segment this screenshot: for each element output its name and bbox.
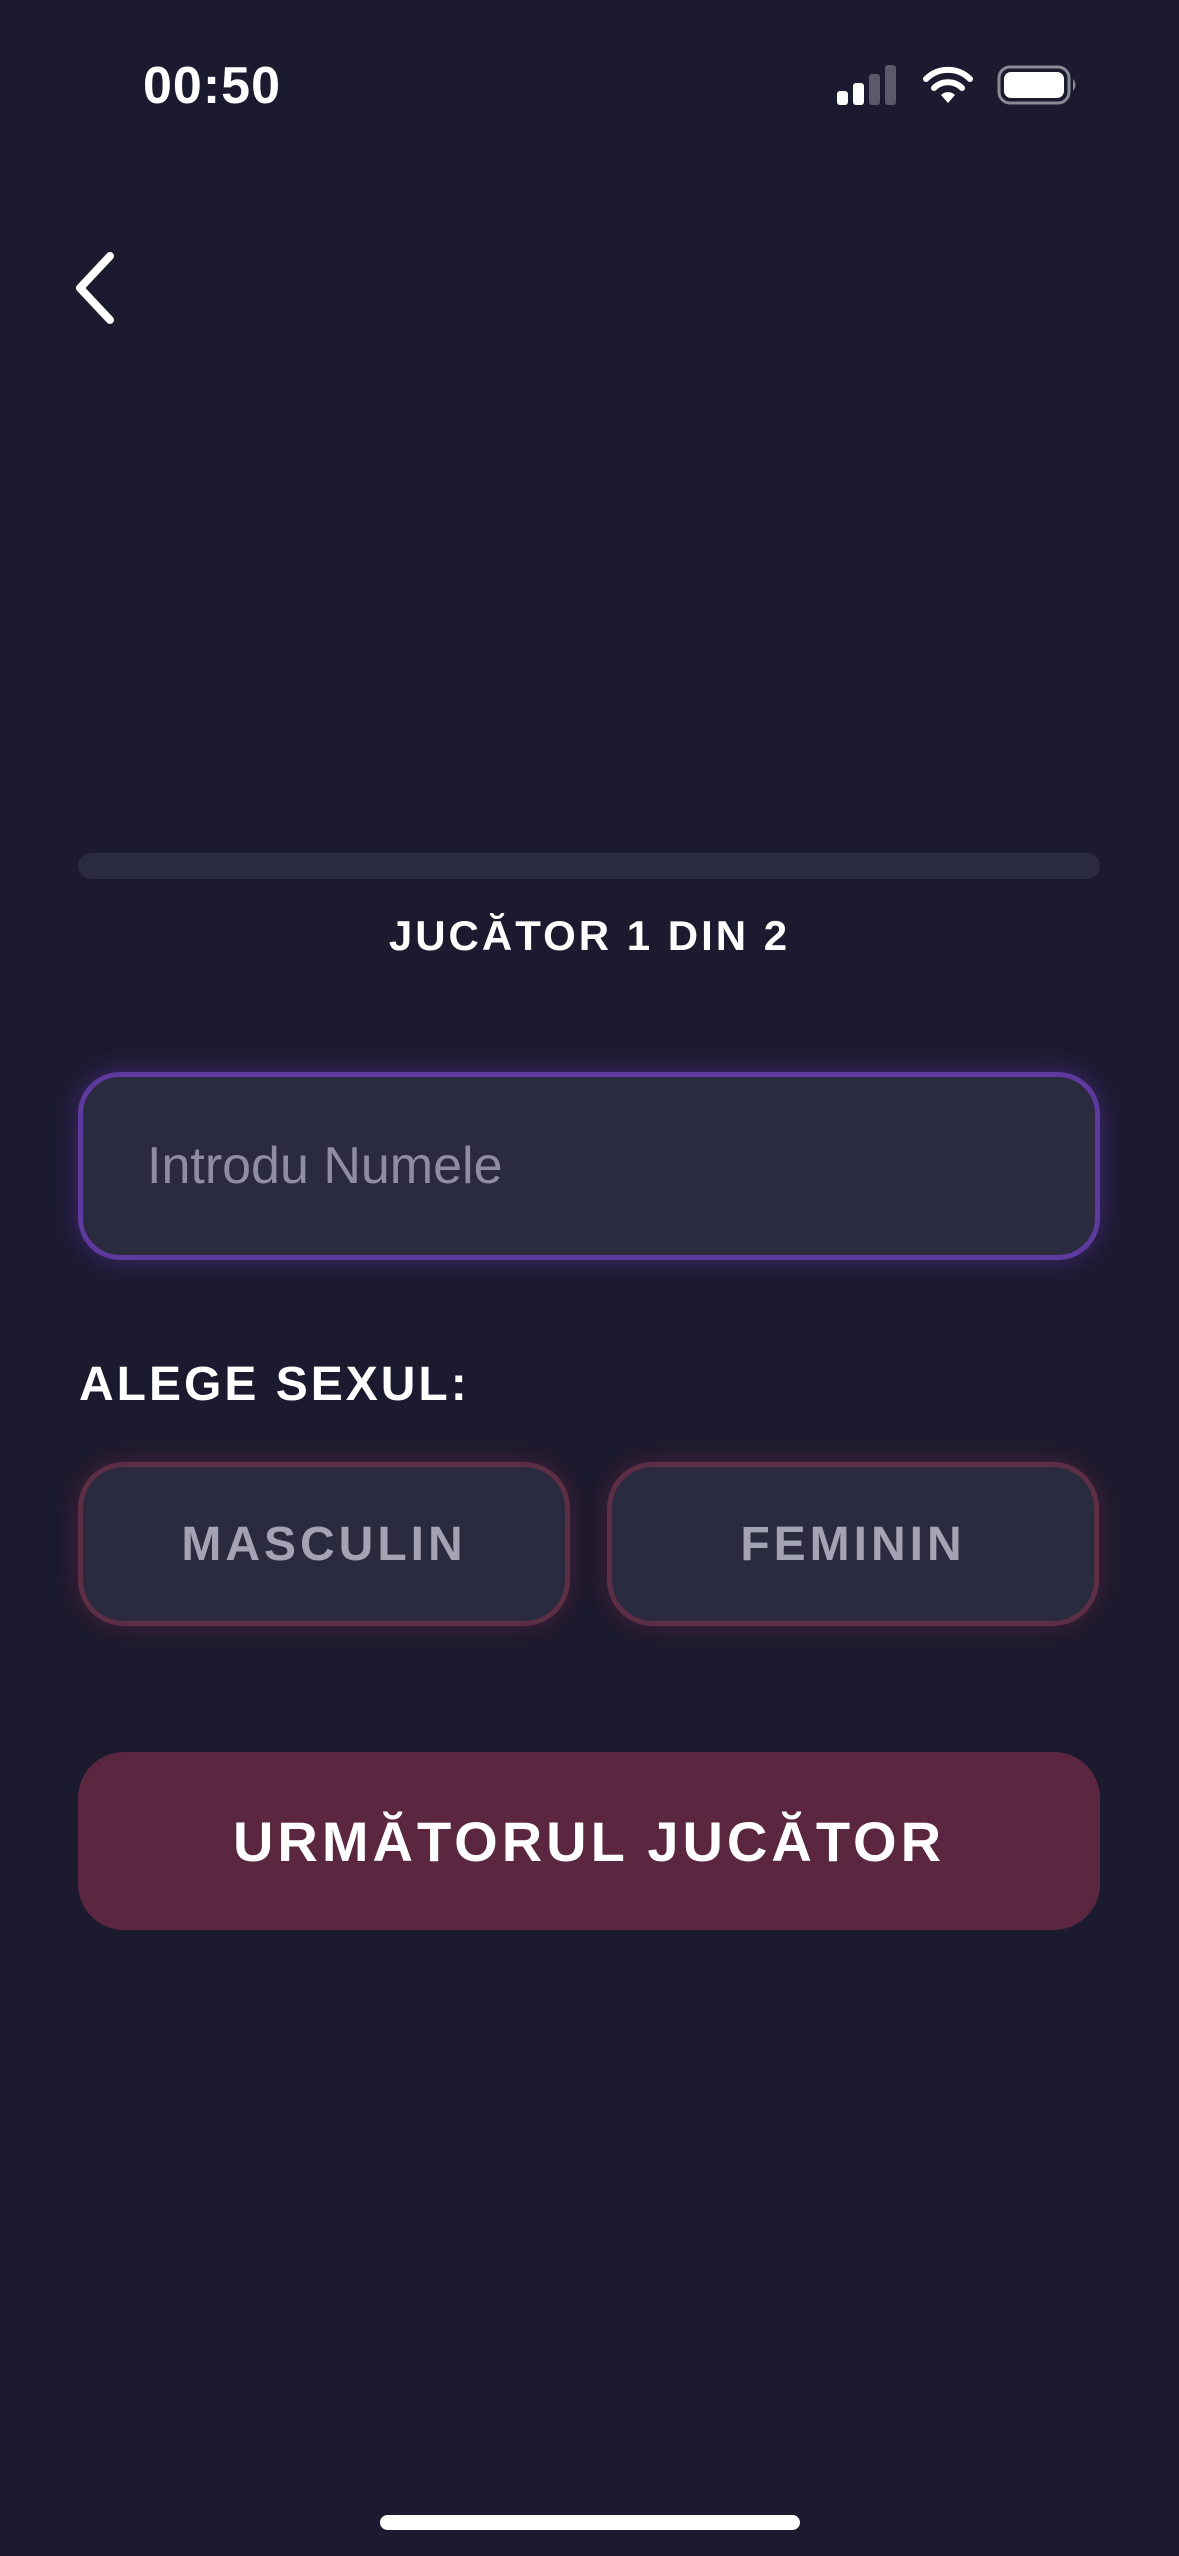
- chevron-left-icon: [70, 248, 120, 333]
- battery-icon: [997, 65, 1079, 110]
- next-player-button[interactable]: URMĂTORUL JUCĂTOR: [78, 1752, 1100, 1930]
- player-counter: JUCĂTOR 1 DIN 2: [388, 912, 791, 959]
- gender-female-button[interactable]: FEMININ: [607, 1462, 1099, 1626]
- gender-label: ALEGE SEXUL:: [79, 1358, 470, 1411]
- gender-male-button[interactable]: MASCULIN: [78, 1462, 570, 1626]
- back-button[interactable]: [50, 240, 140, 340]
- player-progress-bar: [78, 853, 1100, 879]
- status-bar: 00:50: [0, 0, 1179, 180]
- status-icons: [837, 62, 1079, 112]
- cellular-signal-icon: [837, 64, 899, 110]
- wifi-icon: [921, 65, 975, 110]
- home-indicator: [380, 2515, 800, 2530]
- name-input[interactable]: [78, 1072, 1100, 1260]
- status-time: 00:50: [143, 57, 281, 115]
